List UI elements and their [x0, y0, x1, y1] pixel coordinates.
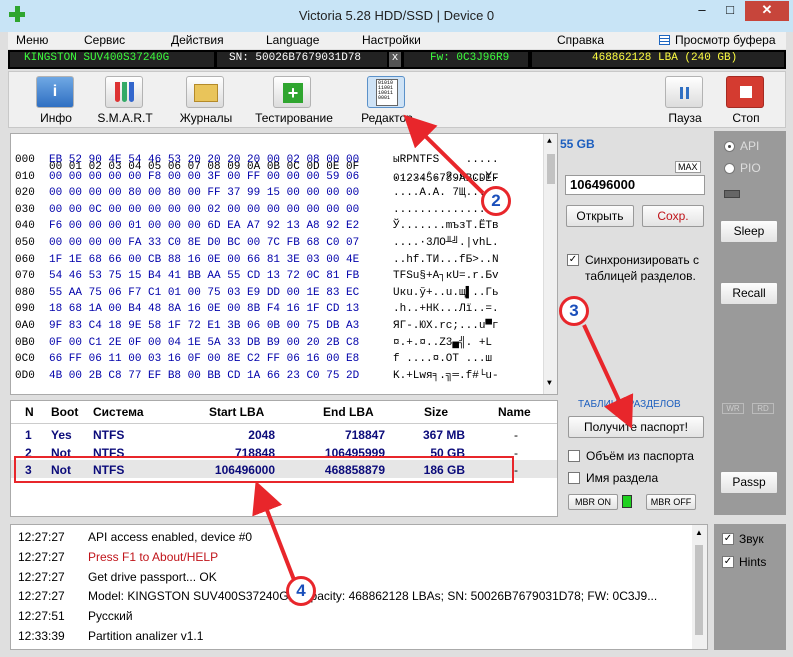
callout-4: 4	[286, 576, 316, 606]
arrow-2	[403, 114, 485, 195]
callout-3: 3	[559, 296, 589, 326]
callout-2: 2	[481, 186, 511, 216]
arrow-3	[582, 324, 634, 429]
annotation-arrows	[252, 114, 634, 586]
arrow-4	[252, 480, 298, 586]
